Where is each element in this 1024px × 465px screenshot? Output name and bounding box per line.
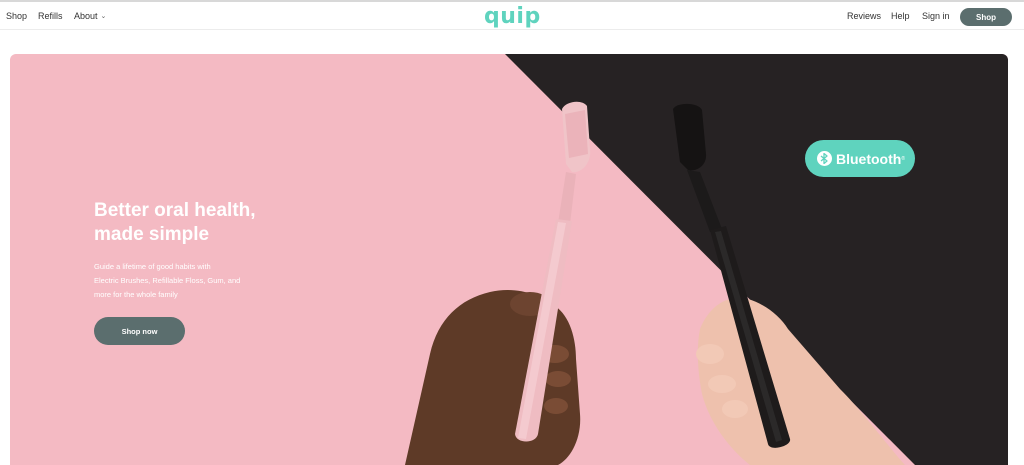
bluetooth-label: Bluetooth: [836, 150, 902, 167]
nav-link-shop[interactable]: Shop: [6, 11, 27, 21]
nav-link-about-label: About: [74, 11, 98, 21]
nav-link-help[interactable]: Help: [891, 11, 910, 21]
hero-banner: Better oral health, made simple Guide a …: [10, 54, 1008, 465]
registered-mark: ®: [901, 155, 906, 162]
right-hand-finger: [696, 344, 724, 364]
right-hand-finger: [722, 400, 748, 418]
brand-logo[interactable]: quip: [484, 4, 541, 29]
hero-subtext-line: Electric Brushes, Refillable Floss, Gum,…: [94, 276, 241, 285]
nav-link-sign-in[interactable]: Sign in: [922, 11, 950, 21]
bluetooth-badge: Bluetooth ®: [805, 140, 915, 177]
chevron-down-icon: ⌄: [100, 13, 107, 20]
hero-headline: Better oral health, made simple: [94, 199, 304, 247]
top-navigation-bar: Shop Refills About ⌄ quip Reviews Help Si…: [0, 0, 1024, 30]
nav-link-refills[interactable]: Refills: [38, 11, 63, 21]
shop-button[interactable]: Shop: [960, 8, 1012, 26]
nav-link-reviews[interactable]: Reviews: [847, 11, 881, 21]
right-hand-finger: [708, 375, 736, 393]
hero-headline-line: made simple: [94, 224, 210, 245]
left-hand-finger: [545, 371, 571, 387]
hero-subtext-line: more for the whole family: [94, 290, 178, 299]
shop-now-button[interactable]: Shop now: [94, 317, 185, 345]
left-hand-finger: [544, 398, 568, 414]
hero-subtext: Guide a lifetime of good habits with Ele…: [94, 260, 274, 302]
nav-link-about[interactable]: About ⌄: [74, 11, 106, 21]
hero-headline-line: Better oral health,: [94, 200, 256, 221]
hero-subtext-line: Guide a lifetime of good habits with: [94, 262, 211, 271]
bluetooth-icon: [817, 151, 832, 166]
